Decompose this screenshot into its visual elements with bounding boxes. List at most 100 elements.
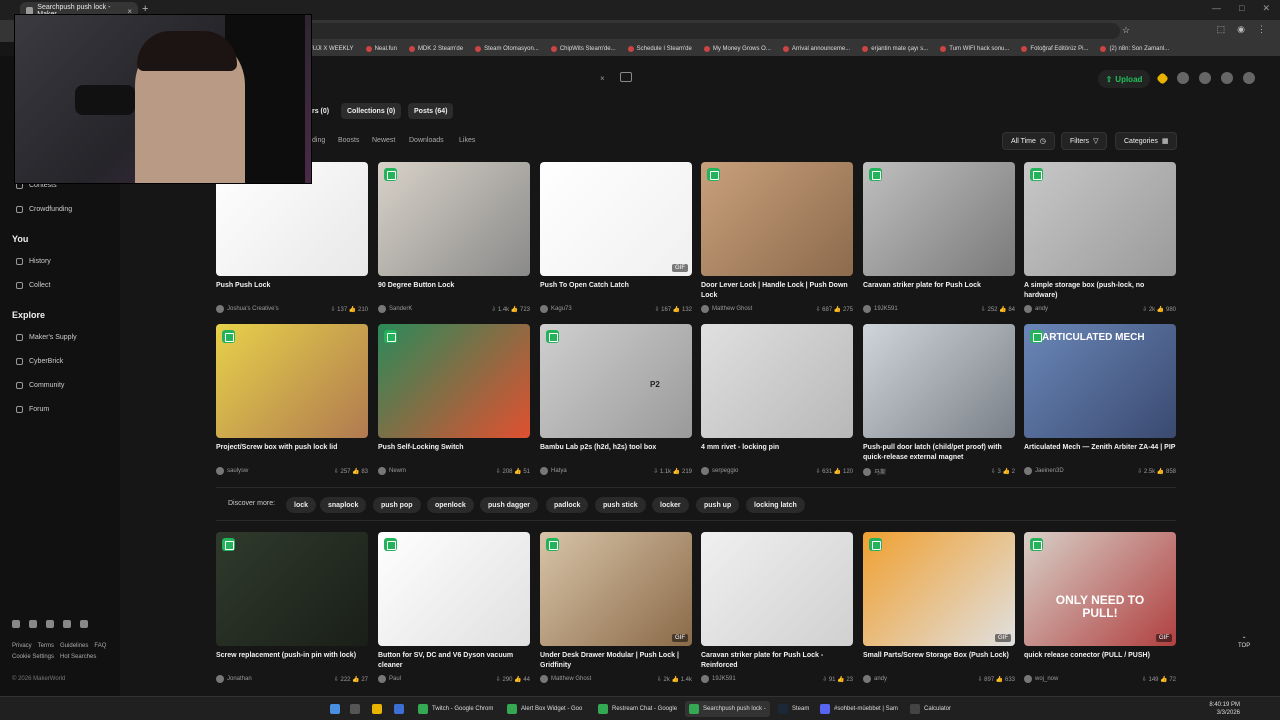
model-card[interactable]: ARTICULATED MECH Articulated Mech — Zenit… [1024, 324, 1176, 475]
model-title[interactable]: Button for SV, DC and V6 Dyson vacuum cl… [378, 651, 530, 671]
model-thumbnail[interactable]: GIF [540, 162, 692, 276]
sidebar-item-community[interactable]: Community [16, 382, 64, 389]
bookmark-item[interactable]: Neal.fun [365, 46, 397, 52]
sidebar-item-history[interactable]: History [16, 258, 51, 265]
points-coin-icon[interactable] [1156, 72, 1169, 85]
sidebar-item-makers-supply[interactable]: Maker's Supply [16, 334, 77, 341]
author-name[interactable]: 19JK591 [712, 676, 736, 682]
sidebar-item-collect[interactable]: Collect [16, 282, 50, 289]
author-name[interactable]: Jonathan [227, 676, 252, 682]
model-thumbnail[interactable] [378, 324, 530, 438]
author-name[interactable]: Matthew Ghost [712, 306, 752, 312]
search-input[interactable] [312, 70, 752, 88]
profile-icon[interactable]: ◉ [1237, 24, 1245, 35]
taskbar-app-active[interactable]: Searchpush push lock - [685, 701, 770, 717]
bookmark-star-icon[interactable]: ☆ [1122, 25, 1130, 36]
cart-icon[interactable] [1177, 72, 1189, 84]
model-title[interactable]: Small Parts/Screw Storage Box (Push Lock… [863, 651, 1015, 671]
sort-boosts[interactable]: Boosts [338, 137, 359, 144]
model-card[interactable]: Caravan striker plate for Push Lock 19JK5… [863, 162, 1015, 313]
model-thumbnail[interactable] [863, 162, 1015, 276]
model-card[interactable]: Project/Screw box with push lock lid saul… [216, 324, 368, 475]
bookmark-item[interactable]: erjantin mate çayı s... [862, 46, 928, 52]
bookmark-item[interactable]: Schedule I Steam'de [627, 46, 692, 52]
taskbar-app[interactable]: Calculator [906, 701, 955, 717]
model-thumbnail[interactable]: GIF [863, 532, 1015, 646]
model-card[interactable]: Screw replacement (push-in pin with lock… [216, 532, 368, 683]
language-globe-icon[interactable] [1199, 72, 1211, 84]
author-avatar[interactable] [216, 467, 224, 475]
author-avatar[interactable] [1024, 675, 1032, 683]
author-name[interactable]: Jaeinen3D [1035, 468, 1064, 474]
author-name[interactable]: woj_now [1035, 676, 1058, 682]
tag-pill[interactable]: locking latch [746, 497, 805, 513]
author-avatar[interactable] [540, 675, 548, 683]
model-thumbnail[interactable]: ARTICULATED MECH [1024, 324, 1176, 438]
tag-pill[interactable]: push up [696, 497, 740, 513]
author-name[interactable]: andy [1035, 306, 1048, 312]
author-avatar[interactable] [701, 675, 709, 683]
guidelines-link[interactable]: Guidelines [60, 643, 88, 649]
model-card[interactable]: A simple storage box (push-lock, no hard… [1024, 162, 1176, 313]
model-thumbnail[interactable] [378, 532, 530, 646]
author-name[interactable]: saulysw [227, 468, 248, 474]
model-card[interactable]: Push-pull door latch (child/pet proof) w… [863, 324, 1015, 476]
bookmark-item[interactable]: My Money Grows O... [703, 46, 771, 52]
extensions-icon[interactable]: ⬚ [1217, 24, 1226, 35]
model-title[interactable]: Caravan striker plate for Push Lock - Re… [701, 651, 853, 671]
model-title[interactable]: quick release conector (PULL / PUSH) [1024, 651, 1176, 671]
hot-searches-link[interactable]: Hot Searches [60, 654, 96, 660]
taskbar-app[interactable]: Twitch - Google Chrom [414, 701, 497, 717]
start-button[interactable] [326, 701, 344, 717]
author-avatar[interactable] [863, 305, 871, 313]
sort-downloads[interactable]: Downloads [409, 137, 444, 144]
model-title[interactable]: Bambu Lab p2s (h2d, h2s) tool box [540, 443, 692, 463]
model-card[interactable]: 4 mm rivet - locking pin serpeggio ⇩ 631 👍… [701, 324, 853, 475]
tab-posts[interactable]: Posts (64) [408, 103, 454, 119]
tag-pill[interactable]: snaplock [320, 497, 367, 513]
model-title[interactable]: Articulated Mech — Zenith Arbiter ZA-44 … [1024, 443, 1176, 463]
author-avatar[interactable] [701, 305, 709, 313]
system-clock[interactable]: 8:40:19 PM 3/3/2026 [1209, 701, 1240, 717]
model-card[interactable]: Caravan striker plate for Push Lock - Re… [701, 532, 853, 683]
model-title[interactable]: Under Desk Drawer Modular | Push Lock | … [540, 651, 692, 671]
author-name[interactable]: Newm [389, 468, 406, 474]
author-avatar[interactable] [216, 675, 224, 683]
author-name[interactable]: Hatya [551, 468, 567, 474]
author-avatar[interactable] [216, 305, 224, 313]
model-thumbnail[interactable]: P2 [540, 324, 692, 438]
model-title[interactable]: A simple storage box (push-lock, no hard… [1024, 281, 1176, 301]
maximize-icon[interactable]: □ [1239, 3, 1244, 14]
sidebar-item-cyberbrick[interactable]: CyberBrick [16, 358, 63, 365]
model-thumbnail[interactable] [1024, 162, 1176, 276]
image-search-icon[interactable] [620, 72, 632, 82]
model-thumbnail[interactable] [863, 324, 1015, 438]
bookmark-item[interactable]: Arrival announceme... [782, 46, 850, 52]
model-thumbnail[interactable] [701, 324, 853, 438]
author-avatar[interactable] [863, 675, 871, 683]
author-name[interactable]: 马斯 [874, 467, 886, 476]
sidebar-item-forum[interactable]: Forum [16, 406, 49, 413]
taskbar-app[interactable]: Steam [774, 701, 813, 717]
menu-icon[interactable]: ⋮ [1257, 24, 1266, 35]
author-name[interactable]: SanderK [389, 306, 412, 312]
model-thumbnail[interactable] [216, 532, 368, 646]
author-name[interactable]: Matthew Ghost [551, 676, 591, 682]
search-clear-icon[interactable]: × [600, 74, 605, 83]
author-avatar[interactable] [863, 467, 871, 476]
sort-likes[interactable]: Likes [459, 137, 475, 144]
instagram-icon[interactable] [29, 620, 37, 628]
taskbar-app[interactable]: Alert Box Widget - Goo [503, 701, 586, 717]
tag-pill[interactable]: push dagger [480, 497, 539, 513]
model-card[interactable]: GIF Under Desk Drawer Modular | Push Lock… [540, 532, 692, 683]
taskbar-app[interactable]: Restream Chat - Google [594, 701, 681, 717]
model-title[interactable]: Push To Open Catch Latch [540, 281, 692, 301]
sort-trending[interactable]: ding [312, 137, 325, 144]
time-range-dropdown[interactable]: All Time ◷ [1002, 132, 1056, 150]
author-name[interactable]: 19JK591 [874, 306, 898, 312]
tiktok-icon[interactable] [80, 620, 88, 628]
x-icon[interactable] [63, 620, 71, 628]
model-thumbnail[interactable]: GIF [540, 532, 692, 646]
bookmark-item[interactable]: MDK 2 Steam'de [408, 46, 463, 52]
model-card[interactable]: Push Self-Locking Switch Newm ⇩ 208 👍 51 [378, 324, 530, 475]
